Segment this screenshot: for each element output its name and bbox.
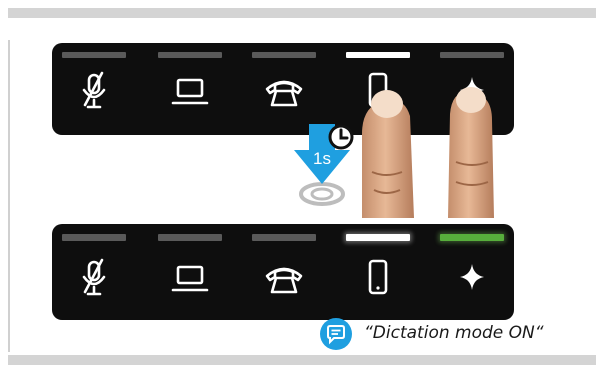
top-divider <box>8 8 596 18</box>
mute-button[interactable] <box>58 43 130 135</box>
mute-led <box>62 52 126 58</box>
sparkle-led <box>440 234 504 241</box>
desk-phone-icon <box>262 71 306 111</box>
press-ring-icon <box>299 182 345 206</box>
sparkle-button[interactable] <box>436 224 508 320</box>
microphone-muted-icon <box>72 71 116 111</box>
mute-led <box>62 234 126 241</box>
voice-prompt-text: “Dictation mode ON“ <box>364 323 544 343</box>
mobile-button[interactable] <box>342 224 414 320</box>
laptop-button[interactable] <box>154 43 226 135</box>
hold-gesture-indicator: 1s <box>294 124 354 206</box>
mobile-phone-icon <box>356 258 400 298</box>
desk-phone-button[interactable] <box>248 224 320 320</box>
desk-phone-led <box>252 234 316 241</box>
desk-phone-icon <box>262 258 306 298</box>
desk-phone-led <box>252 52 316 58</box>
laptop-button[interactable] <box>154 224 226 320</box>
laptop-icon <box>168 71 212 111</box>
sparkle-icon <box>450 258 494 298</box>
mobile-led <box>346 52 410 58</box>
button-panel-after <box>52 224 514 320</box>
laptop-led <box>158 52 222 58</box>
laptop-led <box>158 234 222 241</box>
hold-duration-label: 1s <box>313 149 331 168</box>
mute-button[interactable] <box>58 224 130 320</box>
clock-icon <box>328 124 354 150</box>
left-margin-line <box>8 40 10 352</box>
bottom-divider <box>8 355 596 365</box>
microphone-muted-icon <box>72 258 116 298</box>
mobile-led <box>346 234 410 241</box>
laptop-icon <box>168 258 212 298</box>
finger-icon <box>362 87 494 218</box>
speech-bubble-icon <box>320 318 352 350</box>
sparkle-led <box>440 52 504 58</box>
